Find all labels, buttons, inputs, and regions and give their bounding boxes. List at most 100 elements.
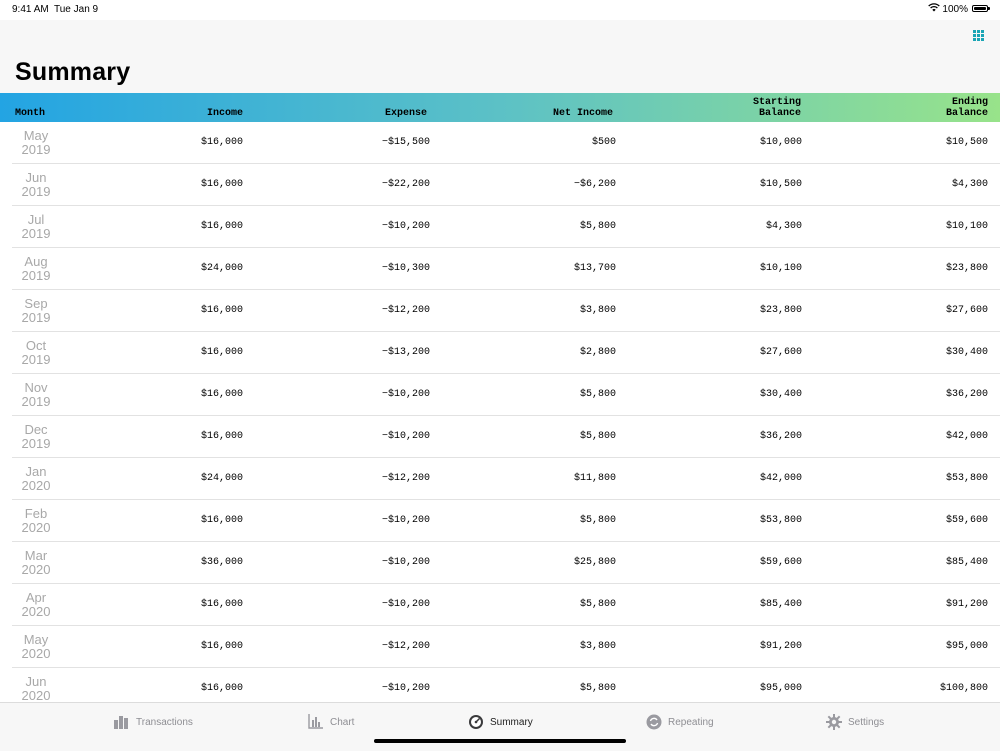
- tab-settings[interactable]: Settings: [826, 713, 884, 731]
- cell-month: Jun 2019: [21, 170, 51, 199]
- cell-income: $16,000: [200, 305, 243, 316]
- column-header-expense: Expense: [384, 108, 427, 119]
- cell-net-income: $2,800: [579, 347, 616, 358]
- cell-income: $16,000: [200, 599, 243, 610]
- cell-net-income: $5,800: [579, 221, 616, 232]
- chart-icon: [308, 714, 324, 730]
- cell-net-income: $5,800: [579, 431, 616, 442]
- cell-expense: −$10,200: [381, 599, 430, 610]
- cell-starting-balance: $10,000: [759, 137, 802, 148]
- cell-month: Feb 2020: [21, 506, 51, 535]
- cell-net-income: $25,800: [573, 557, 616, 568]
- cell-net-income: $5,800: [579, 683, 616, 694]
- navigation-bar: Summary: [0, 20, 1000, 93]
- tab-label-summary: Summary: [490, 716, 533, 728]
- table-row[interactable]: Mar 2020 $36,000 −$10,200 $25,800 $59,600 $85…: [0, 542, 1000, 584]
- table-row[interactable]: Oct 2019 $16,000 −$13,200 $2,800 $27,600 $30,…: [0, 332, 1000, 374]
- cell-ending-balance: $91,200: [945, 599, 988, 610]
- cell-month: Nov 2019: [21, 380, 51, 409]
- table-row[interactable]: Aug 2019 $24,000 −$10,300 $13,700 $10,100 $23…: [0, 248, 1000, 290]
- cell-expense: −$12,200: [381, 641, 430, 652]
- cell-net-income: $3,800: [579, 305, 616, 316]
- cell-net-income: $5,800: [579, 599, 616, 610]
- cell-expense: −$10,200: [381, 431, 430, 442]
- home-indicator[interactable]: [374, 739, 626, 743]
- cell-expense: −$10,200: [381, 557, 430, 568]
- cell-starting-balance: $23,800: [759, 305, 802, 316]
- table-header: Month Income Expense Net Income Starting…: [0, 93, 1000, 122]
- cell-ending-balance: $27,600: [945, 305, 988, 316]
- cell-income: $24,000: [200, 473, 243, 484]
- cell-starting-balance: $4,300: [765, 221, 802, 232]
- cell-ending-balance: $59,600: [945, 515, 988, 526]
- column-header-net-income: Net Income: [552, 108, 613, 119]
- cell-expense: −$22,200: [381, 179, 430, 190]
- cell-expense: −$10,200: [381, 389, 430, 400]
- cell-month: May 2020: [21, 632, 51, 661]
- cell-month: Mar 2020: [21, 548, 51, 577]
- cell-month: Oct 2019: [21, 338, 51, 367]
- cell-expense: −$10,200: [381, 515, 430, 526]
- cell-ending-balance: $53,800: [945, 473, 988, 484]
- cell-income: $16,000: [200, 221, 243, 232]
- table-row[interactable]: Sep 2019 $16,000 −$12,200 $3,800 $23,800 $27,…: [0, 290, 1000, 332]
- table-row[interactable]: Nov 2019 $16,000 −$10,200 $5,800 $30,400 $36,…: [0, 374, 1000, 416]
- column-header-income: Income: [206, 108, 243, 119]
- table-row[interactable]: Jan 2020 $24,000 −$12,200 $11,800 $42,000 $53…: [0, 458, 1000, 500]
- table-row[interactable]: Apr 2020 $16,000 −$10,200 $5,800 $85,400 $91,…: [0, 584, 1000, 626]
- cell-income: $16,000: [200, 137, 243, 148]
- cell-starting-balance: $53,800: [759, 515, 802, 526]
- battery-icon: [972, 5, 990, 12]
- cell-starting-balance: $85,400: [759, 599, 802, 610]
- table-row[interactable]: Jun 2020 $16,000 −$10,200 $5,800 $95,000 $100…: [0, 668, 1000, 703]
- gear-icon: [826, 714, 842, 730]
- cell-month: Jul 2019: [21, 212, 51, 241]
- cell-month: Sep 2019: [21, 296, 51, 325]
- table-row[interactable]: May 2020 $16,000 −$12,200 $3,800 $91,200 $95,…: [0, 626, 1000, 668]
- grid-icon[interactable]: [973, 30, 984, 41]
- cell-net-income: $500: [591, 137, 616, 148]
- cell-income: $16,000: [200, 179, 243, 190]
- cell-starting-balance: $36,200: [759, 431, 802, 442]
- status-date: Tue Jan 9: [54, 4, 99, 15]
- tab-label-transactions: Transactions: [136, 716, 193, 728]
- table-row[interactable]: Feb 2020 $16,000 −$10,200 $5,800 $53,800 $59,…: [0, 500, 1000, 542]
- tab-chart[interactable]: Chart: [308, 713, 354, 731]
- cell-month: Aug 2019: [21, 254, 51, 283]
- cell-income: $16,000: [200, 431, 243, 442]
- cell-month: Dec 2019: [21, 422, 51, 451]
- cell-starting-balance: $91,200: [759, 641, 802, 652]
- cell-starting-balance: $10,500: [759, 179, 802, 190]
- table-row[interactable]: Jul 2019 $16,000 −$10,200 $5,800 $4,300 $10,1…: [0, 206, 1000, 248]
- cell-ending-balance: $36,200: [945, 389, 988, 400]
- column-header-month: Month: [15, 108, 46, 119]
- tab-label-settings: Settings: [848, 716, 885, 728]
- table-row[interactable]: May 2019 $16,000 −$15,500 $500 $10,000 $10,50…: [0, 122, 1000, 164]
- column-header-starting-balance: Starting Balance: [752, 97, 801, 119]
- page-title: Summary: [15, 58, 131, 86]
- cell-ending-balance: $85,400: [945, 557, 988, 568]
- cell-starting-balance: $95,000: [759, 683, 802, 694]
- cell-income: $16,000: [200, 389, 243, 400]
- tab-label-chart: Chart: [330, 716, 355, 728]
- cell-expense: −$15,500: [381, 137, 430, 148]
- column-header-ending-balance: Ending Balance: [945, 97, 988, 119]
- summary-table[interactable]: May 2019 $16,000 −$15,500 $500 $10,000 $10,50…: [0, 122, 1000, 702]
- cell-net-income: $3,800: [579, 641, 616, 652]
- tab-summary[interactable]: Summary: [468, 713, 533, 731]
- cell-expense: −$10,300: [381, 263, 430, 274]
- tab-repeating[interactable]: Repeating: [646, 713, 714, 731]
- gauge-icon: [468, 714, 484, 730]
- cell-net-income: $13,700: [573, 263, 616, 274]
- cell-month: Jan 2020: [21, 464, 51, 493]
- cell-income: $16,000: [200, 515, 243, 526]
- table-row[interactable]: Jun 2019 $16,000 −$22,200 −$6,200 $10,500 $4,…: [0, 164, 1000, 206]
- wifi-icon: [928, 3, 940, 15]
- status-time: 9:41 AM: [12, 4, 49, 15]
- cell-starting-balance: $10,100: [759, 263, 802, 274]
- tab-label-repeating: Repeating: [668, 716, 714, 728]
- cell-ending-balance: $10,100: [945, 221, 988, 232]
- tab-transactions[interactable]: Transactions: [114, 713, 193, 731]
- table-row[interactable]: Dec 2019 $16,000 −$10,200 $5,800 $36,200 $42,…: [0, 416, 1000, 458]
- cell-expense: −$10,200: [381, 683, 430, 694]
